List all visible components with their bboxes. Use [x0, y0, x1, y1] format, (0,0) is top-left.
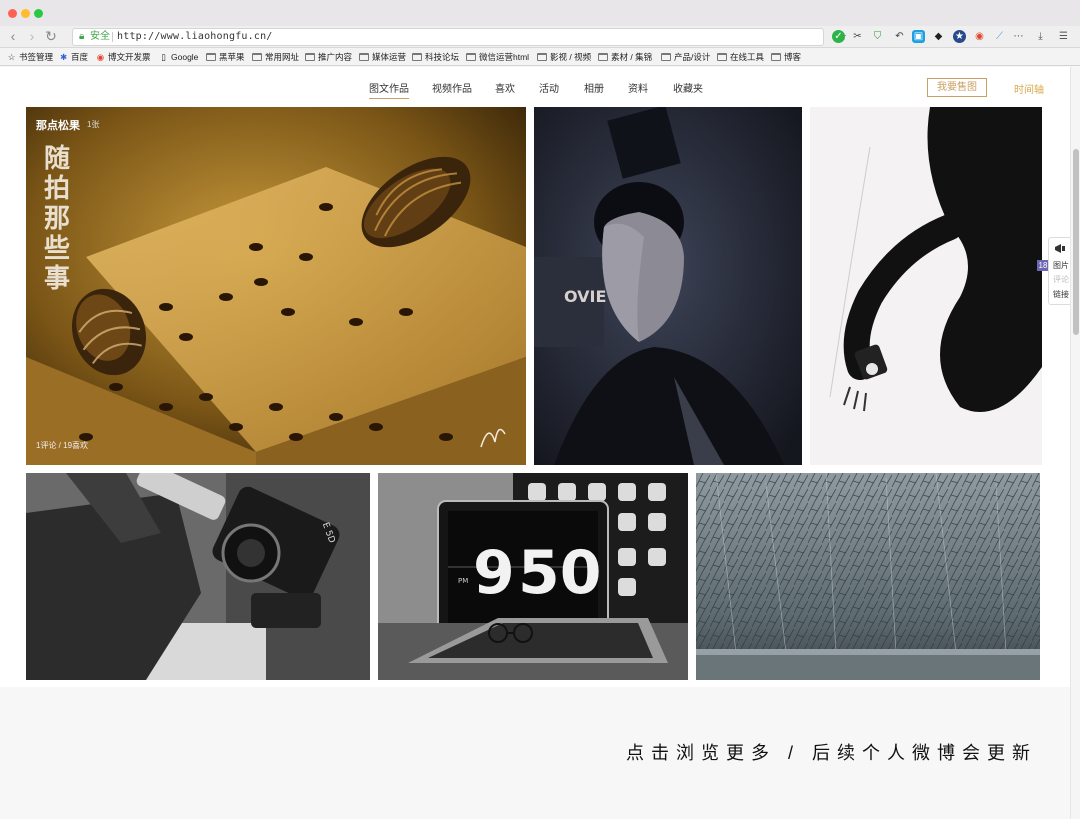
clock-desk-photo[interactable]: 9 50 PM	[378, 473, 688, 680]
cover-stats: 1评论 / 19喜欢	[36, 441, 89, 450]
cover-overlay-char: 随	[44, 143, 70, 174]
camera-bag-image: E 5D	[26, 473, 370, 680]
cover-overlay-char: 些	[44, 234, 70, 264]
page-icon: ▯	[161, 52, 166, 62]
shield-extension-icon[interactable]: ⛉	[871, 30, 884, 43]
side-share-widget[interactable]: 图片 评论 链接	[1048, 237, 1071, 305]
bookmark-folder[interactable]: 产品/设计	[661, 51, 710, 63]
undo-icon[interactable]: ↶	[893, 30, 906, 43]
side-widget-link-label[interactable]: 链接	[1053, 289, 1069, 300]
folder-icon	[359, 53, 369, 61]
pinecone-photo[interactable]: 随 拍 那 些 事 那点松果 1张 1评论 / 19喜欢	[26, 107, 526, 465]
star-badge-icon[interactable]: ★	[953, 30, 966, 43]
scissors-icon[interactable]: ✂	[851, 30, 864, 43]
upside-down-figure-photo[interactable]	[810, 107, 1042, 465]
cover-overlay-char: 拍	[44, 174, 70, 204]
folder-icon	[598, 53, 608, 61]
forest-image	[696, 473, 1040, 680]
extension-green-icon[interactable]: ✓	[832, 30, 845, 43]
browse-more-link[interactable]: 点击浏览更多 / 后续个人微博会更新	[626, 739, 1037, 765]
bookmark-item[interactable]: ☆ 书签管理	[6, 51, 53, 63]
bookmark-folder[interactable]: 素材 / 集锦	[598, 51, 652, 63]
clock-minute-text: 50	[518, 538, 602, 608]
figure-image	[810, 107, 1042, 465]
bookmark-folder[interactable]: 科技论坛	[412, 51, 459, 63]
bookmark-folder[interactable]: 黑苹果	[206, 51, 245, 63]
lock-icon: 🔒︎	[79, 31, 85, 42]
feather-icon[interactable]: ⟋	[993, 30, 1006, 43]
more-dots-icon[interactable]: ⋯	[1012, 30, 1025, 43]
cover-overlay-char: 事	[44, 264, 70, 294]
fish-extension-icon[interactable]: ◆	[932, 30, 945, 43]
security-label: 安全	[90, 31, 110, 42]
clock-pm-text: PM	[458, 577, 468, 585]
page-content: 图文作品 视频作品 喜欢 活动 相册 资料 收藏夹 我要售图 时间轴 随 拍 那…	[0, 67, 1070, 819]
menu-icon[interactable]: ☰	[1057, 30, 1070, 43]
folder-icon	[252, 53, 262, 61]
bookmark-folder[interactable]: 影视 / 视频	[537, 51, 591, 63]
nav-item-likes[interactable]: 喜欢	[495, 80, 515, 95]
folder-icon	[466, 53, 476, 61]
bookmark-folder[interactable]: 常用网址	[252, 51, 299, 63]
bookmark-folder[interactable]: 推广内容	[305, 51, 352, 63]
baidu-paw-icon: ✱	[59, 52, 68, 62]
sell-photos-button[interactable]: 我要售图	[927, 78, 987, 97]
folder-icon	[661, 53, 671, 61]
cover-overlay-char: 那	[44, 204, 70, 234]
folder-icon	[537, 53, 547, 61]
star-outline-icon: ☆	[7, 52, 16, 62]
cover-title: 那点松果	[36, 120, 80, 132]
folder-icon	[305, 53, 315, 61]
bookmarks-bar: ☆ 书签管理 ✱ 百度 ◉ 博文开发票 ▯ Google 黑苹果 常用网址 推广内容 媒…	[0, 48, 1080, 66]
pinecone-image: 随 拍 那 些 事	[26, 107, 526, 465]
bookmark-item[interactable]: ◉ 博文开发票	[95, 51, 151, 63]
folder-icon	[771, 53, 781, 61]
weibo-extension-icon[interactable]: ◉	[973, 30, 986, 43]
nav-item-graphic-works[interactable]: 图文作品	[369, 80, 409, 99]
address-bar[interactable]: 🔒︎ 安全 http://www.liaohongfu.cn/ ★	[72, 28, 847, 46]
clock-hour-text: 9	[473, 538, 515, 608]
nav-item-video-works[interactable]: 视频作品	[432, 80, 472, 95]
screenshot-extension-icon[interactable]: ▣	[912, 30, 925, 43]
nav-item-events[interactable]: 活动	[539, 80, 559, 95]
site-nav: 图文作品 视频作品 喜欢 活动 相册 资料 收藏夹 我要售图 时间轴	[0, 67, 1070, 107]
cover-photo-count: 1张	[87, 120, 100, 129]
scrollbar-thumb[interactable]	[1073, 149, 1079, 335]
window-titlebar	[0, 0, 1080, 26]
minimize-window-button[interactable]	[21, 9, 30, 18]
address-separator	[112, 32, 113, 42]
download-icon[interactable]: ⤓	[1034, 30, 1047, 43]
nav-item-favorites[interactable]: 收藏夹	[673, 80, 703, 95]
megaphone-icon	[1055, 244, 1065, 253]
folder-icon	[206, 53, 216, 61]
weibo-icon: ◉	[96, 52, 105, 62]
side-widget-comment-label[interactable]: 评论	[1053, 274, 1069, 285]
bookmark-item[interactable]: ✱ 百度	[58, 51, 88, 63]
bookmark-folder[interactable]: 博客	[771, 51, 801, 63]
url-text: http://www.liaohongfu.cn/	[117, 31, 273, 42]
footer-band: 点击浏览更多 / 后续个人微博会更新	[0, 687, 1070, 819]
back-arrow-icon[interactable]: ‹	[5, 28, 21, 44]
page-scrollbar[interactable]	[1070, 67, 1080, 819]
poster-fragment: OVIE	[564, 287, 606, 306]
close-window-button[interactable]	[8, 9, 17, 18]
forest-photo[interactable]	[696, 473, 1040, 680]
forward-arrow-icon[interactable]: ›	[24, 28, 40, 44]
bookmark-folder[interactable]: 微信运营html	[466, 51, 529, 63]
camera-bag-photo[interactable]: E 5D	[26, 473, 370, 680]
folder-icon	[412, 53, 422, 61]
reload-icon[interactable]: ↻	[43, 28, 59, 44]
timeline-link[interactable]: 时间轴	[1014, 81, 1044, 96]
bookmark-folder[interactable]: 在线工具	[717, 51, 764, 63]
zoom-window-button[interactable]	[34, 9, 43, 18]
side-widget-image-label[interactable]: 图片	[1053, 260, 1069, 271]
portrait-photo[interactable]: OVIE	[534, 107, 802, 465]
folder-icon	[717, 53, 727, 61]
nav-item-profile[interactable]: 资料	[628, 80, 648, 95]
clock-desk-image: 9 50 PM	[378, 473, 688, 680]
bookmark-folder[interactable]: 媒体运营	[359, 51, 406, 63]
nav-item-albums[interactable]: 相册	[584, 80, 604, 95]
bookmark-item[interactable]: ▯ Google	[158, 51, 198, 63]
portrait-image: OVIE	[534, 107, 802, 465]
